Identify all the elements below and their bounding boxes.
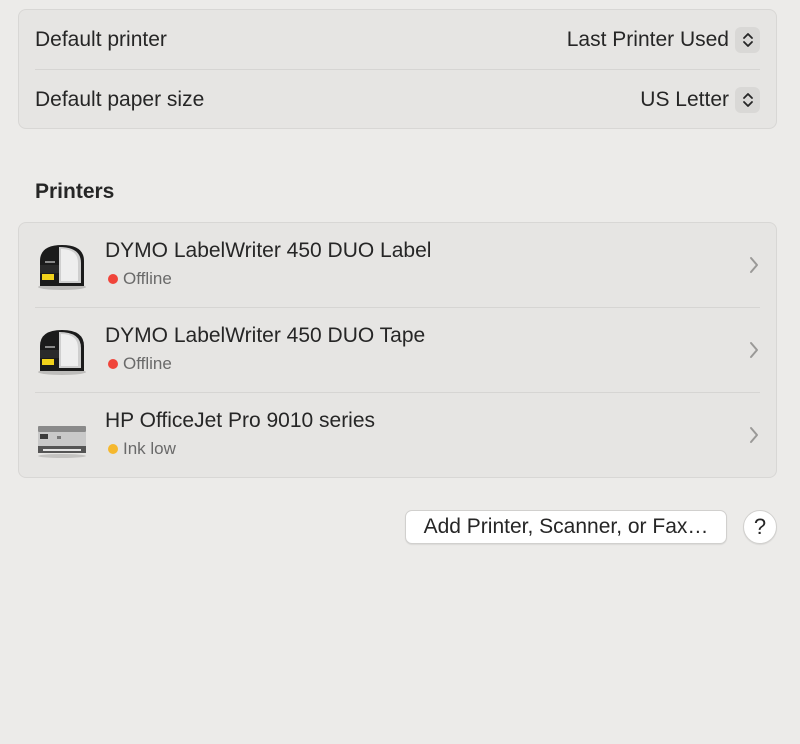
inkjet-printer-icon — [38, 425, 86, 458]
printer-row-dymo-label[interactable]: DYMO LabelWriter 450 DUO Label Offline — [19, 223, 776, 308]
up-down-chevron-icon — [735, 87, 760, 113]
default-paper-size-popup[interactable]: US Letter — [640, 87, 760, 113]
default-printer-popup[interactable]: Last Printer Used — [566, 26, 760, 53]
status-text: Offline — [123, 269, 172, 288]
label-printer-icon — [38, 244, 86, 290]
default-paper-size-value: US Letter — [640, 88, 729, 111]
default-printer-value: Last Printer Used — [566, 27, 729, 51]
status-text: Offline — [123, 354, 172, 373]
printer-text: DYMO LabelWriter 450 DUO Tape Offline — [105, 324, 425, 374]
status-dot-icon — [108, 274, 118, 284]
status-dot-icon — [108, 444, 118, 454]
status-text: Ink low — [123, 439, 176, 458]
up-down-chevron-icon — [735, 26, 760, 53]
printer-row-dymo-tape[interactable]: DYMO LabelWriter 450 DUO Tape Offline — [19, 308, 776, 393]
printer-row-hp-officejet[interactable]: HP OfficeJet Pro 9010 series Ink low — [19, 393, 776, 478]
default-printer-label: Default printer — [35, 27, 167, 51]
chevron-right-icon — [750, 342, 758, 358]
printer-name: DYMO LabelWriter 450 DUO Tape — [105, 324, 426, 347]
chevron-right-icon — [750, 257, 758, 273]
printer-name: HP OfficeJet Pro 9010 series — [105, 409, 376, 432]
add-printer-button[interactable]: Add Printer, Scanner, or Fax… — [405, 510, 727, 544]
chevron-right-icon — [750, 427, 758, 443]
default-printer-row: Default printer Last Printer Used — [35, 10, 760, 70]
help-button[interactable]: ? — [743, 510, 777, 544]
printer-name: DYMO LabelWriter 450 DUO Label — [105, 239, 432, 262]
defaults-panel: Default printer Last Printer Used Defaul… — [18, 9, 777, 129]
default-paper-size-label: Default paper size — [35, 88, 205, 111]
default-paper-size-row: Default paper size US Letter — [35, 70, 760, 130]
label-printer-icon — [38, 329, 86, 375]
status: Offline — [105, 269, 431, 289]
printer-text: DYMO LabelWriter 450 DUO Label Offline — [105, 239, 431, 289]
printers-list: DYMO LabelWriter 450 DUO Label Offline D… — [18, 222, 777, 478]
printers-section-title: Printers — [35, 180, 115, 203]
status-dot-icon — [108, 359, 118, 369]
status: Ink low — [105, 439, 375, 459]
printer-text: HP OfficeJet Pro 9010 series Ink low — [105, 409, 375, 459]
status: Offline — [105, 354, 425, 374]
